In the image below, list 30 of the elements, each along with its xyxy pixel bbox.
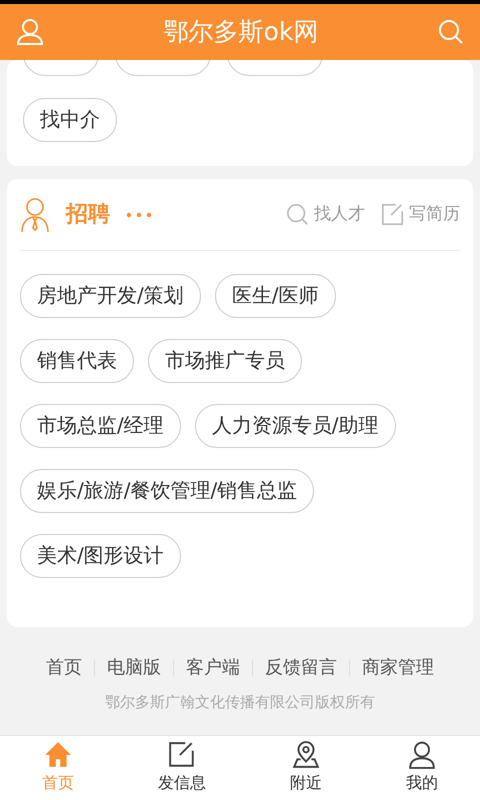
- tag-chip[interactable]: 美术/图形设计: [20, 534, 181, 578]
- user-icon[interactable]: [16, 18, 44, 46]
- footer-link[interactable]: 首页: [34, 660, 94, 676]
- more-icon[interactable]: [126, 212, 152, 218]
- tag-chip[interactable]: 市场总监/经理: [20, 404, 181, 448]
- footer-link[interactable]: 客户端: [173, 660, 252, 676]
- copyright-text: 鄂尔多斯广翰文化传播有限公司版权所有: [105, 692, 375, 713]
- tag-chip[interactable]: 销售代表: [20, 339, 134, 383]
- tag-chip[interactable]: 找中介: [23, 98, 117, 142]
- home-icon: [44, 741, 72, 769]
- user-icon: [408, 741, 436, 769]
- site-title: 鄂尔多斯ok网: [164, 17, 318, 47]
- tab-item[interactable]: 附近: [248, 736, 364, 800]
- edit-icon: [168, 741, 196, 769]
- footer-link[interactable]: 商家管理: [349, 660, 446, 676]
- tag-chip[interactable]: 医生/医师: [214, 274, 336, 318]
- tab-item[interactable]: 我的: [364, 736, 480, 800]
- edit-icon: [381, 202, 405, 226]
- tag-chip[interactable]: 市场推广专员: [148, 339, 302, 383]
- map-pin-icon: [292, 741, 320, 769]
- search-icon: [286, 202, 310, 226]
- footer-link[interactable]: 反馈留言: [252, 660, 349, 676]
- tag-chip[interactable]: 人力资源专员/助理: [194, 404, 396, 448]
- tag-chip[interactable]: 娱乐/旅游/餐饮管理/销售总监: [20, 469, 314, 513]
- section-title: 招聘: [66, 201, 110, 229]
- search-icon[interactable]: [438, 19, 464, 45]
- tab-item[interactable]: 发信息: [116, 736, 248, 800]
- tag-chip[interactable]: 房地产开发/策划: [20, 274, 201, 318]
- footer-link[interactable]: 电脑版: [94, 660, 173, 676]
- recruiter-icon: [20, 196, 50, 232]
